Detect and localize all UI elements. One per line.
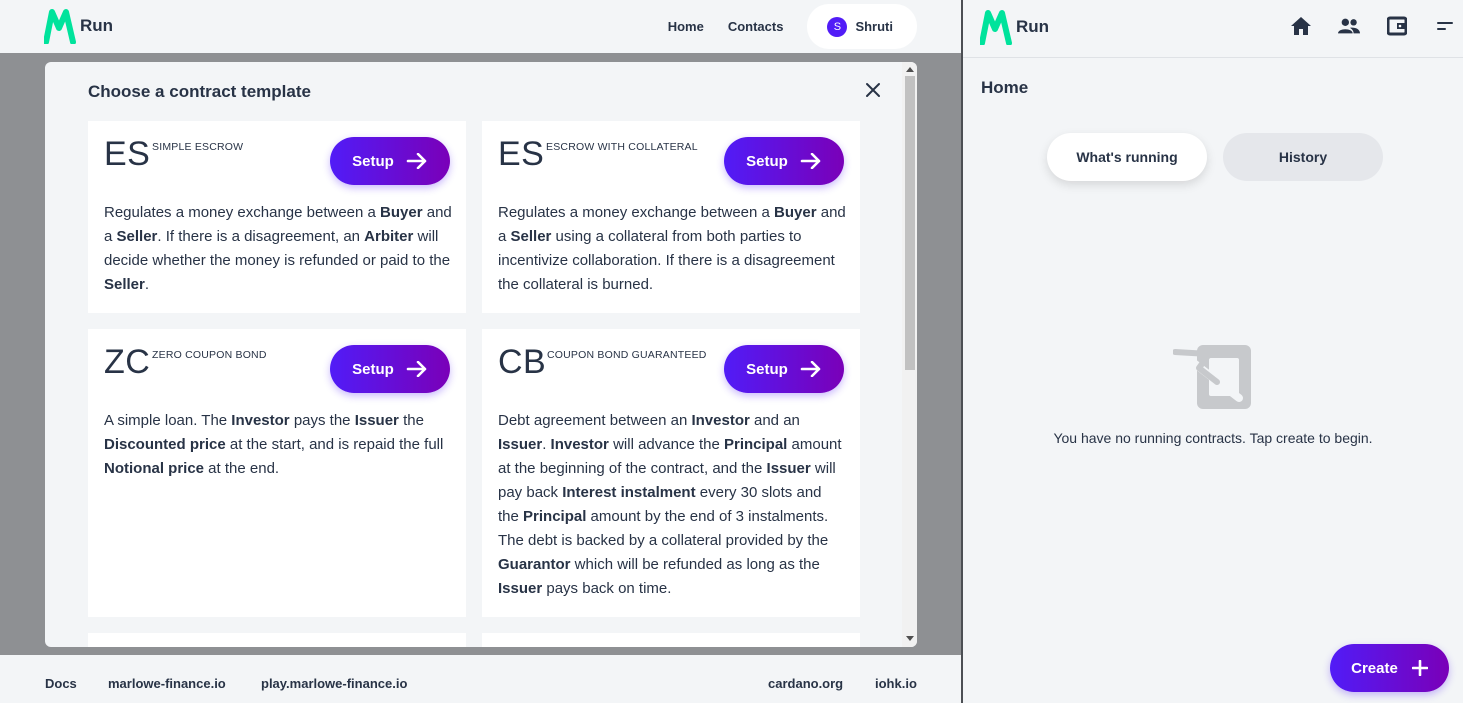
setup-button-label: Setup [352, 152, 394, 170]
marlowe-logo-icon [44, 9, 76, 44]
create-button-label: Create [1351, 659, 1398, 677]
page-title: Home [981, 78, 1029, 97]
template-name: Escrow with collateral [546, 141, 698, 153]
role-term: Interest instalment [562, 484, 696, 501]
panel-nav-icons [1290, 15, 1456, 37]
template-card-escrow-with-collateral: ES Escrow with collateral Setup Regulate… [482, 121, 860, 313]
modal-scrollbar[interactable] [902, 62, 917, 647]
template-card-partial [88, 633, 466, 647]
close-icon[interactable] [863, 80, 883, 100]
template-card-partial [482, 633, 860, 647]
setup-button[interactable]: Setup [724, 345, 844, 393]
template-name: Simple Escrow [152, 141, 244, 153]
arrow-right-icon [800, 153, 821, 169]
setup-button-label: Setup [746, 152, 788, 170]
arrow-right-icon [800, 361, 821, 377]
template-description: Regulates a money exchange between a Buy… [498, 204, 846, 293]
scroll-down-arrow-icon[interactable] [906, 636, 914, 641]
template-name: Coupon bond guaranteed [547, 349, 707, 361]
nav-home-link[interactable]: Home [668, 19, 704, 34]
plus-icon [1411, 660, 1428, 676]
app-logo-text: Run [1016, 17, 1050, 36]
top-nav-links: Home Contacts S Shruti [668, 4, 917, 49]
role-term: Notional price [104, 460, 205, 477]
role-term: Seller [104, 276, 145, 293]
role-term: Principal [723, 436, 788, 453]
user-menu-button[interactable]: S Shruti [807, 4, 917, 49]
role-term: Discounted price [104, 436, 226, 453]
footer-link-cardano[interactable]: cardano.org [768, 676, 843, 691]
modal-title: Choose a contract template [88, 82, 311, 101]
app-logo[interactable]: Run [44, 8, 113, 44]
footer-link-play-marlowe-finance[interactable]: play.marlowe-finance.io [261, 676, 407, 691]
template-description: A simple loan. The Investor pays the Iss… [104, 412, 444, 477]
avatar: S [827, 16, 848, 37]
template-card-coupon-bond-guaranteed: CB Coupon bond guaranteed Setup Debt agr… [482, 329, 860, 617]
setup-button-label: Setup [352, 360, 394, 378]
contract-template-modal: Choose a contract template ES Simple Esc… [45, 62, 917, 647]
scroll-up-arrow-icon[interactable] [906, 67, 914, 72]
role-term: Seller [116, 228, 158, 245]
app-logo[interactable]: Run [980, 9, 1049, 45]
setup-button[interactable]: Setup [330, 137, 450, 185]
arrow-right-icon [406, 153, 427, 169]
role-term: Buyer [380, 204, 423, 221]
template-card-zero-coupon-bond: ZC Zero coupon bond Setup A simple loan.… [88, 329, 466, 617]
arrow-right-icon [406, 361, 427, 377]
template-name: Zero coupon bond [152, 349, 267, 361]
setup-button-label: Setup [746, 360, 788, 378]
create-button[interactable]: Create [1330, 644, 1449, 692]
setup-button[interactable]: Setup [724, 137, 844, 185]
role-term: Buyer [774, 204, 817, 221]
template-abbr: ES [498, 135, 545, 173]
footer-link-iohk[interactable]: iohk.io [875, 676, 917, 691]
template-description: Debt agreement between an Investor and a… [498, 412, 842, 597]
role-term: Principal [523, 508, 587, 525]
nav-contacts-link[interactable]: Contacts [728, 19, 784, 34]
home-icon[interactable] [1290, 15, 1312, 37]
no-contracts-icon [1172, 342, 1253, 416]
footer-link-marlowe-finance[interactable]: marlowe-finance.io [108, 676, 226, 691]
role-term: Investor [691, 412, 750, 429]
setup-button[interactable]: Setup [330, 345, 450, 393]
role-term: Issuer [498, 436, 543, 453]
template-abbr: CB [498, 343, 547, 381]
user-name: Shruti [855, 19, 893, 34]
template-abbr: ES [104, 135, 151, 173]
empty-state-message: You have no running contracts. Tap creat… [1053, 430, 1373, 446]
menu-icon[interactable] [1434, 15, 1456, 37]
top-navbar: Run Home Contacts S Shruti [0, 0, 961, 53]
role-term: Arbiter [364, 228, 414, 245]
wallet-icon[interactable] [1386, 15, 1408, 37]
marlowe-logo-icon [980, 10, 1012, 45]
role-term: Seller [510, 228, 552, 245]
tab-history[interactable]: History [1223, 133, 1383, 181]
tab-whats-running[interactable]: What's running [1047, 133, 1207, 181]
role-term: Investor [231, 412, 290, 429]
mobile-panel: Run Home What's running History You have… [963, 0, 1463, 703]
role-term: Investor [550, 436, 609, 453]
footer-link-docs[interactable]: Docs [45, 676, 77, 691]
template-abbr: ZC [104, 343, 151, 381]
role-term: Guarantor [498, 556, 571, 573]
contacts-icon[interactable] [1338, 15, 1360, 37]
role-term: Issuer [498, 580, 543, 597]
role-term: Issuer [766, 460, 811, 477]
template-card-simple-escrow: ES Simple Escrow Setup Regulates a money… [88, 121, 466, 313]
template-description: Regulates a money exchange between a Buy… [104, 204, 452, 293]
scroll-thumb[interactable] [905, 76, 915, 370]
app-logo-text: Run [80, 16, 114, 35]
panel-header-divider [963, 57, 1463, 58]
footer: Docs marlowe-finance.io play.marlowe-fin… [0, 655, 961, 703]
main-app: Run Home Contacts S Shruti Choose a cont… [0, 0, 961, 703]
role-term: Issuer [354, 412, 399, 429]
